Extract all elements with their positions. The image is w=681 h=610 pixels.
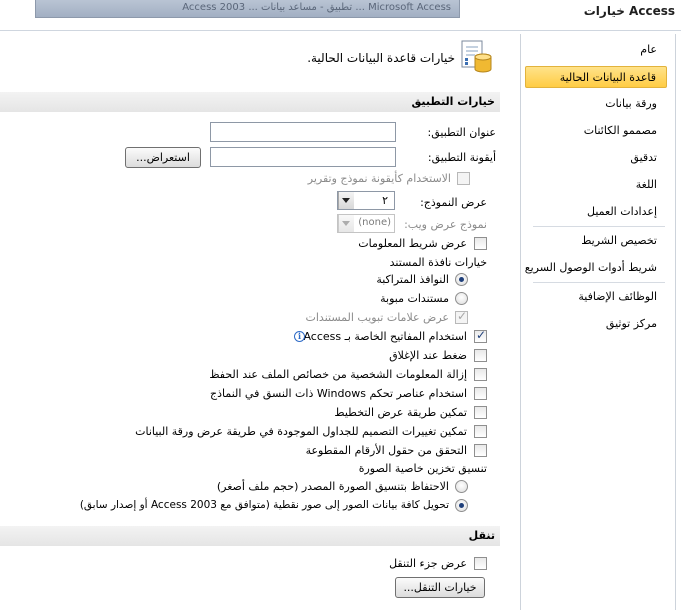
web-display-form-value: (none)	[358, 217, 391, 228]
chevron-down-icon[interactable]	[338, 192, 354, 209]
sidebar-separator	[533, 282, 665, 283]
overlapping-windows-label: النوافذ المتراكبة	[376, 273, 449, 286]
title-divider	[0, 30, 681, 31]
use-as-form-icon-checkbox[interactable]	[457, 172, 470, 185]
section-title: تنقل	[468, 529, 495, 542]
app-title-input[interactable]	[210, 122, 396, 142]
sidebar-item-proofing[interactable]: تدقيق	[525, 147, 667, 169]
sidebar-item-datasheet[interactable]: ورقة بيانات	[525, 93, 667, 115]
checkmark-icon: ✓	[476, 328, 487, 342]
use-access-keys-checkbox[interactable]: ✓	[474, 328, 487, 343]
section-title: خيارات التطبيق	[411, 95, 495, 108]
app-icon-label: أيقونة التطبيق:	[427, 151, 496, 164]
picture-storage-label: تنسيق تخزين خاصية الصورة	[358, 462, 487, 475]
tabbed-documents-label: مستندات مبوبة	[380, 292, 449, 305]
options-sidebar: عام قاعدة البيانات الحالية ورقة بيانات م…	[520, 34, 676, 610]
preserve-format-radio[interactable]	[455, 480, 468, 493]
enable-layout-view-checkbox[interactable]	[474, 406, 487, 419]
doc-tabs-checkbox[interactable]: ✓	[455, 309, 468, 324]
sidebar-item-current-database[interactable]: قاعدة البيانات الحالية	[525, 66, 667, 88]
use-as-form-icon-label: الاستخدام كأيقونة نموذج وتقرير	[307, 172, 451, 185]
background-window-title: Microsoft Access ... تطبيق - مساعد بيانا…	[35, 0, 460, 18]
enable-layout-view-label: تمكين طريقة عرض التخطيط	[334, 406, 467, 419]
checkmark-icon: ✓	[457, 309, 468, 323]
enable-design-changes-label: تمكين تغييرات التصميم للجداول الموجودة ف…	[135, 425, 467, 438]
use-windows-themed-checkbox[interactable]	[474, 387, 487, 400]
chevron-down-icon[interactable]	[338, 215, 354, 232]
radio-selected-dot	[459, 503, 464, 508]
sidebar-item-customize-ribbon[interactable]: تخصيص الشريط	[525, 230, 667, 252]
status-bar-label: عرض شريط المعلومات	[358, 237, 467, 250]
sidebar-item-trust-center[interactable]: مركز توثيق	[525, 313, 667, 335]
sidebar-item-general[interactable]: عام	[525, 39, 667, 61]
remove-personal-info-checkbox[interactable]	[474, 368, 487, 381]
section-header-navigation: تنقل	[0, 526, 500, 546]
section-header-app-options: خيارات التطبيق	[0, 92, 500, 112]
tabbed-documents-radio[interactable]	[455, 292, 468, 305]
sidebar-item-language[interactable]: اللغة	[525, 174, 667, 196]
web-display-form-select[interactable]: (none)	[337, 214, 395, 233]
database-options-icon	[461, 40, 493, 74]
app-icon-input[interactable]	[210, 147, 396, 167]
radio-selected-dot	[459, 277, 464, 282]
convert-bitmap-label: تحويل كافة بيانات الصور إلى صور نقطية (م…	[79, 499, 449, 511]
use-access-keys-label: استخدام المفاتيح الخاصة بـ Access	[303, 330, 467, 343]
window-title: خيارات Access	[583, 4, 675, 18]
display-nav-pane-checkbox[interactable]	[474, 557, 487, 570]
convert-bitmap-radio[interactable]	[455, 499, 468, 512]
nav-options-button[interactable]: خيارات التنقل...	[395, 577, 485, 598]
check-truncated-checkbox[interactable]	[474, 444, 487, 457]
use-windows-themed-label: استخدام عناصر تحكم Windows ذات النسق في …	[209, 387, 467, 400]
display-form-select[interactable]: ٢	[337, 191, 395, 210]
sidebar-item-object-designers[interactable]: مصممو الكائنات	[525, 120, 667, 142]
display-nav-pane-label: عرض جزء التنقل	[389, 557, 467, 570]
web-display-form-label: نموذج عرض ويب:	[404, 218, 487, 231]
page-title: خيارات قاعدة البيانات الحالية.	[307, 51, 455, 65]
doc-window-options-label: خيارات نافذة المستند	[389, 256, 487, 269]
check-truncated-label: التحقق من حقول الأرقام المقطوعة	[305, 444, 467, 457]
title-bar: Microsoft Access ... تطبيق - مساعد بيانا…	[0, 0, 681, 30]
display-form-label: عرض النموذج:	[420, 196, 487, 209]
sidebar-item-quick-access-toolbar[interactable]: شريط أدوات الوصول السريع	[525, 257, 667, 279]
sidebar-item-client-settings[interactable]: إعدادات العميل	[525, 201, 667, 223]
preserve-format-label: الاحتفاظ بتنسيق الصورة المصدر (حجم ملف أ…	[216, 480, 449, 493]
compact-on-close-checkbox[interactable]	[474, 349, 487, 362]
doc-tabs-label: عرض علامات تبويب المستندات	[305, 311, 449, 324]
overlapping-windows-radio[interactable]	[455, 273, 468, 286]
sidebar-item-add-ins[interactable]: الوظائف الإضافية	[525, 286, 667, 308]
enable-design-changes-checkbox[interactable]	[474, 425, 487, 438]
browse-button[interactable]: استعراض...	[125, 147, 201, 168]
remove-personal-info-label: إزالة المعلومات الشخصية من خصائص الملف ع…	[209, 368, 467, 381]
status-bar-checkbox[interactable]	[474, 237, 487, 250]
app-title-label: عنوان التطبيق:	[427, 126, 496, 139]
info-icon[interactable]: i	[294, 331, 305, 342]
sidebar-separator	[533, 226, 665, 227]
compact-on-close-label: ضغط عند الإغلاق	[389, 349, 467, 362]
display-form-value: ٢	[382, 194, 388, 207]
